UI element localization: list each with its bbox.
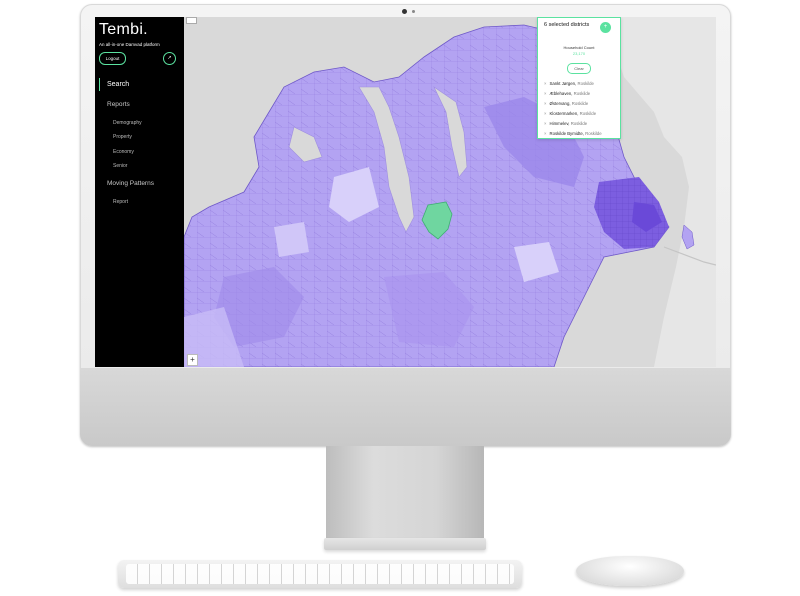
map-canvas[interactable] — [183, 17, 716, 367]
keyboard-keys — [126, 564, 514, 584]
clear-button[interactable]: Clear — [567, 63, 591, 74]
nav-subitem-economy[interactable]: Economy — [113, 149, 134, 155]
district-light-3 — [274, 222, 309, 257]
district-item[interactable]: × Sankt Jørgen, Roskilde — [544, 81, 594, 86]
remove-icon[interactable]: × — [544, 131, 547, 136]
map[interactable]: + — [183, 17, 716, 367]
camera-sensor — [412, 10, 415, 13]
screen: Tembi. An all-in-one Damvad platform Log… — [95, 17, 716, 367]
app-tagline: An all-in-one Damvad platform — [99, 42, 160, 47]
keyboard — [118, 560, 522, 588]
nav-subitem-senior[interactable]: Senior — [113, 163, 127, 169]
monitor-stand — [326, 446, 484, 541]
nav-item-search[interactable]: Search — [107, 81, 129, 88]
map-scale — [186, 17, 197, 24]
district-name: Æblehaven — [549, 91, 572, 96]
logout-button[interactable]: Logout — [99, 52, 126, 65]
zoom-in-button[interactable]: + — [187, 354, 198, 366]
app-logo: Tembi. — [99, 21, 148, 38]
nav-item-reports[interactable]: Reports — [107, 101, 130, 108]
panel-title: 6 selected districts — [544, 22, 590, 28]
district-item[interactable]: × Østervang, Roskilde — [544, 101, 588, 106]
district-name: Østervang — [549, 101, 570, 106]
district-item[interactable]: × Æblehaven, Roskilde — [544, 91, 590, 96]
mouse — [576, 556, 684, 586]
remove-icon[interactable]: × — [544, 81, 547, 86]
camera — [402, 9, 407, 14]
nav-subitem-demography[interactable]: Demography — [113, 120, 142, 126]
nav-subitem-property[interactable]: Property — [113, 134, 132, 140]
remove-icon[interactable]: × — [544, 121, 547, 126]
district-name: Klostermarken — [549, 111, 578, 116]
selection-panel: 6 selected districts + Household Count 2… — [537, 17, 621, 139]
remove-icon[interactable]: × — [544, 101, 547, 106]
monitor-chin — [80, 368, 731, 446]
district-city: Roskilde — [579, 111, 597, 116]
sidebar: Tembi. An all-in-one Damvad platform Log… — [95, 17, 184, 367]
active-nav-indicator — [99, 78, 100, 91]
arrow-icon[interactable]: ↗ — [163, 52, 176, 65]
district-item[interactable]: × Klostermarken, Roskilde — [544, 111, 596, 116]
district-city: Roskilde — [585, 131, 602, 136]
metric-label: Household Count — [563, 45, 595, 50]
district-name: Himmelev — [549, 121, 569, 126]
district-city: Roskilde — [573, 91, 591, 96]
district-name: Roskilde Bymidte — [549, 131, 583, 136]
monitor-stand-base — [324, 538, 486, 550]
remove-icon[interactable]: × — [544, 111, 547, 116]
remove-icon[interactable]: × — [544, 91, 547, 96]
metric-value: 23,170 — [572, 51, 586, 56]
nav-item-moving-patterns[interactable]: Moving Patterns — [107, 180, 154, 187]
monitor: Tembi. An all-in-one Damvad platform Log… — [80, 4, 731, 446]
district-name: Sankt Jørgen — [549, 81, 576, 86]
district-city: Roskilde — [571, 101, 589, 106]
district-item[interactable]: × Himmelev, Roskilde — [544, 121, 587, 126]
district-city: Roskilde — [577, 81, 594, 86]
district-city: Roskilde — [570, 121, 588, 126]
district-item[interactable]: × Roskilde Bymidte, Roskilde — [544, 131, 602, 136]
plus-icon[interactable]: + — [600, 22, 611, 33]
nav-subitem-report[interactable]: Report — [113, 199, 128, 205]
